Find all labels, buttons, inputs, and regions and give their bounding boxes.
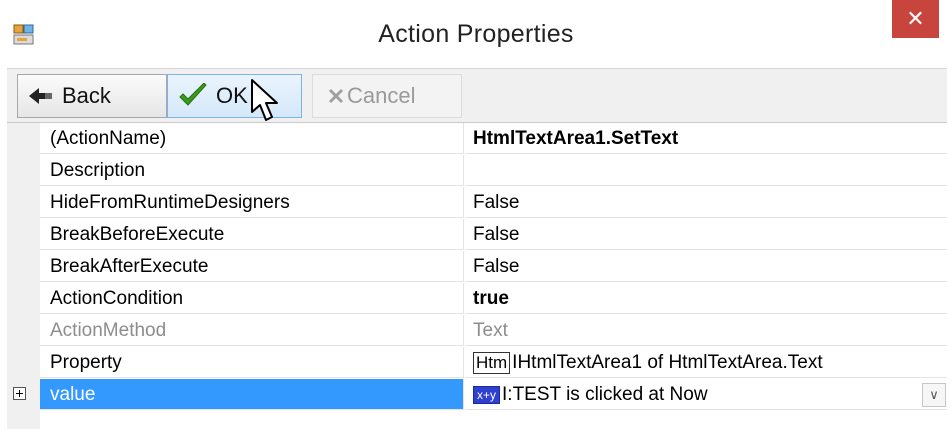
property-value: HtmlTextArea1 of HtmlTextArea.Text	[517, 352, 823, 373]
back-button[interactable]: Back	[17, 74, 167, 118]
property-row-actioncondition[interactable]: ActionCondition true	[7, 283, 947, 315]
property-name: Description	[40, 155, 464, 186]
property-value[interactable]	[465, 155, 947, 186]
property-name: BreakAfterExecute	[40, 251, 464, 282]
property-row-actionname[interactable]: (ActionName) HtmlTextArea1.SetText	[7, 123, 947, 155]
property-name: HideFromRuntimeDesigners	[40, 187, 464, 218]
property-row-breakafterexecute[interactable]: BreakAfterExecute False	[7, 251, 947, 283]
property-row-description[interactable]: Description	[7, 155, 947, 187]
action-properties-window: Action Properties ✕ Back OK Cancel (Acti…	[0, 0, 952, 433]
property-value[interactable]: False	[465, 251, 947, 282]
property-name: ActionCondition	[40, 283, 464, 314]
html-element-badge: Htm	[473, 351, 511, 374]
chevron-down-icon[interactable]: ∨	[922, 383, 946, 407]
ok-label: OK	[216, 83, 248, 108]
window-title: Action Properties	[378, 20, 574, 48]
property-grid: (ActionName) HtmlTextArea1.SetText Descr…	[7, 122, 947, 429]
back-arrow-icon	[29, 88, 52, 104]
title-bar: Action Properties ✕	[0, 0, 952, 74]
property-value[interactable]: HtmlTextArea1.SetText	[465, 123, 947, 154]
cancel-button[interactable]: Cancel	[312, 74, 462, 118]
property-row-hidefromruntimedesigners[interactable]: HideFromRuntimeDesigners False	[7, 187, 947, 219]
back-label: Back	[62, 83, 111, 108]
x-icon	[328, 88, 344, 104]
property-value[interactable]: False	[465, 187, 947, 218]
property-name: Property	[40, 347, 464, 378]
checkmark-icon	[179, 83, 207, 106]
mouse-cursor-icon	[251, 79, 278, 121]
close-button[interactable]: ✕	[892, 0, 939, 38]
property-name: ActionMethod	[40, 315, 464, 346]
property-value-cell[interactable]: Htm IHtmlTextArea1 of HtmlTextArea.Text	[465, 347, 947, 378]
property-value[interactable]: False	[465, 219, 947, 250]
property-value: :TEST is clicked at Now	[507, 384, 708, 405]
property-value[interactable]: Text	[465, 315, 947, 346]
property-row-property[interactable]: Property Htm IHtmlTextArea1 of HtmlTextAr…	[7, 347, 947, 379]
cancel-label: Cancel	[347, 83, 416, 108]
property-name: value	[40, 379, 464, 410]
property-value-cell[interactable]: x+y I:TEST is clicked at Now	[465, 379, 947, 410]
property-row-breakbeforeexecute[interactable]: BreakBeforeExecute False	[7, 219, 947, 251]
expression-badge: x+y	[473, 385, 501, 404]
property-name: (ActionName)	[40, 123, 464, 154]
property-row-actionmethod[interactable]: ActionMethod Text	[7, 315, 947, 347]
toolbar: Back OK Cancel	[7, 68, 947, 123]
property-name: BreakBeforeExecute	[40, 219, 464, 250]
expand-icon[interactable]	[13, 387, 26, 400]
property-value[interactable]: true	[465, 283, 947, 314]
property-row-value[interactable]: value x+y I:TEST is clicked at Now ∨	[7, 379, 947, 411]
